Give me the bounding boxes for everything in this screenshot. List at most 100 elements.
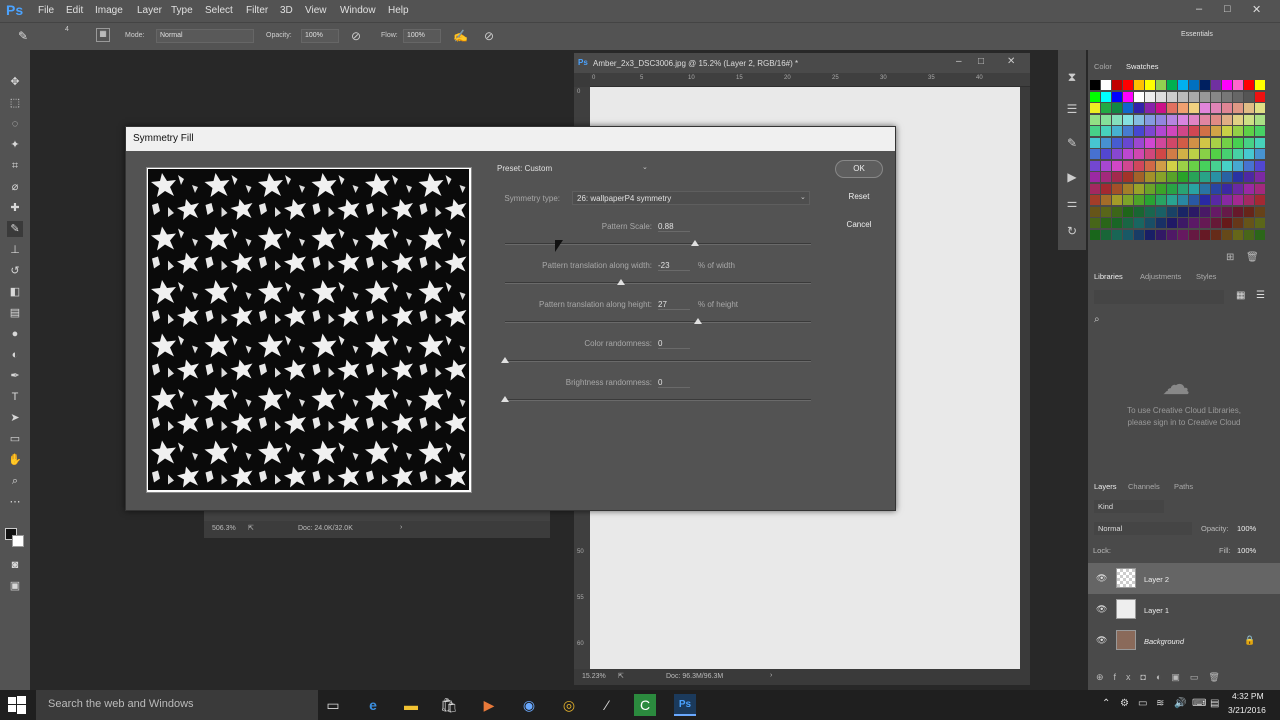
swatch[interactable] <box>1211 80 1221 90</box>
layer-opacity-field[interactable]: 100% <box>1237 524 1256 533</box>
swatch[interactable] <box>1134 91 1144 102</box>
swatch[interactable] <box>1090 149 1100 159</box>
layer-name[interactable]: Layer 2 <box>1144 575 1169 584</box>
swatch[interactable] <box>1156 229 1166 240</box>
symmetry-type-select[interactable]: 26: wallpaperP4 symmetry <box>572 191 810 205</box>
swatch[interactable] <box>1101 218 1111 228</box>
swatch[interactable] <box>1112 229 1122 240</box>
swatch[interactable] <box>1167 149 1177 159</box>
swatch[interactable] <box>1134 229 1144 240</box>
layer-name[interactable]: Layer 1 <box>1144 606 1169 615</box>
file-explorer-icon[interactable]: ▬ <box>400 694 422 716</box>
camtasia-icon[interactable]: C <box>634 694 656 716</box>
swatch[interactable] <box>1255 114 1265 125</box>
swatch[interactable] <box>1200 218 1210 228</box>
swatch[interactable] <box>1123 137 1133 148</box>
hand-tool-icon[interactable]: ✋ <box>7 452 23 468</box>
path-select-tool-icon[interactable]: ➤ <box>7 410 23 426</box>
swatch[interactable] <box>1200 137 1210 148</box>
swatch[interactable] <box>1189 206 1199 217</box>
swatch[interactable] <box>1090 114 1100 125</box>
swatch[interactable] <box>1178 195 1188 205</box>
swatch[interactable] <box>1112 183 1122 194</box>
swatch[interactable] <box>1189 80 1199 90</box>
swatch[interactable] <box>1189 137 1199 148</box>
swatch[interactable] <box>1167 91 1177 102</box>
keyboard-icon[interactable]: ⌨ <box>1192 698 1206 709</box>
swatch[interactable] <box>1222 103 1232 113</box>
swatch[interactable] <box>1189 160 1199 171</box>
param-slider-thumb[interactable] <box>693 318 702 324</box>
tab-channels[interactable]: Channels <box>1128 482 1160 491</box>
swatch[interactable] <box>1112 218 1122 228</box>
fill-field[interactable]: 100% <box>1237 546 1256 555</box>
layer-row[interactable]: 👁 Layer 2 <box>1088 563 1280 594</box>
swatch[interactable] <box>1211 114 1221 125</box>
menu-view[interactable]: View <box>305 5 327 16</box>
swatch[interactable] <box>1112 103 1122 113</box>
list-view-icon[interactable]: ☰ <box>1256 290 1265 301</box>
swatch[interactable] <box>1123 206 1133 217</box>
swatch[interactable] <box>1101 206 1111 217</box>
pressure-opacity-icon[interactable]: ⊘ <box>351 29 361 43</box>
eyedropper-tool-icon[interactable]: ⌀ <box>7 179 23 195</box>
swatch[interactable] <box>1178 183 1188 194</box>
swatch[interactable] <box>1233 114 1243 125</box>
layer-row[interactable]: 👁 Background 🔒 <box>1088 625 1280 656</box>
swatch[interactable] <box>1156 80 1166 90</box>
doc-close-icon[interactable]: ✕ <box>1007 56 1015 67</box>
minimize-icon[interactable]: – <box>1196 3 1202 15</box>
swatch[interactable] <box>1244 195 1254 205</box>
menu-filter[interactable]: Filter <box>246 5 268 16</box>
swatch[interactable] <box>1178 149 1188 159</box>
swatch[interactable] <box>1112 149 1122 159</box>
blend-mode-select[interactable]: Normal <box>1094 522 1192 535</box>
swatch[interactable] <box>1123 160 1133 171</box>
swatch[interactable] <box>1156 137 1166 148</box>
swatch[interactable] <box>1134 206 1144 217</box>
gradient-tool-icon[interactable]: ▤ <box>7 305 23 321</box>
marquee-tool-icon[interactable]: ⬚ <box>7 95 23 111</box>
pen-tool-icon[interactable]: ✒ <box>7 368 23 384</box>
swatch[interactable] <box>1233 183 1243 194</box>
menu-file[interactable]: File <box>38 5 54 16</box>
swatch[interactable] <box>1211 195 1221 205</box>
swatch[interactable] <box>1123 103 1133 113</box>
zoom-level[interactable]: 506.3% <box>212 525 236 532</box>
swatch[interactable] <box>1134 183 1144 194</box>
swatch[interactable] <box>1233 91 1243 102</box>
swatch[interactable] <box>1255 195 1265 205</box>
brush-panel-icon[interactable]: ✎ <box>1064 136 1080 152</box>
swatch[interactable] <box>1101 114 1111 125</box>
swatch[interactable] <box>1211 126 1221 136</box>
swatch[interactable] <box>1167 195 1177 205</box>
swatch[interactable] <box>1200 91 1210 102</box>
swatch[interactable] <box>1255 206 1265 217</box>
swatch[interactable] <box>1101 80 1111 90</box>
swatch[interactable] <box>1178 206 1188 217</box>
swatch[interactable] <box>1222 195 1232 205</box>
swatch[interactable] <box>1189 183 1199 194</box>
swatch[interactable] <box>1101 195 1111 205</box>
tab-swatches[interactable]: Swatches <box>1126 62 1159 71</box>
share-icon[interactable]: ⇱ <box>618 672 624 680</box>
swatch[interactable] <box>1101 126 1111 136</box>
swatch[interactable] <box>1101 229 1111 240</box>
taskbar-search[interactable]: Search the web and Windows <box>36 690 318 720</box>
swatch[interactable] <box>1112 160 1122 171</box>
close-icon[interactable]: ✕ <box>1252 3 1261 16</box>
swatch[interactable] <box>1101 103 1111 113</box>
visibility-eye-icon[interactable]: 👁 <box>1096 573 1107 584</box>
swatch[interactable] <box>1145 218 1155 228</box>
swatch[interactable] <box>1145 91 1155 102</box>
tab-layers[interactable]: Layers <box>1094 482 1117 491</box>
swatch[interactable] <box>1156 195 1166 205</box>
swatch[interactable] <box>1134 172 1144 182</box>
type-tool-icon[interactable]: T <box>7 389 23 405</box>
param-slider-thumb[interactable] <box>617 279 626 285</box>
swatch[interactable] <box>1222 80 1232 90</box>
visibility-eye-icon[interactable]: 👁 <box>1096 604 1107 615</box>
swatch[interactable] <box>1233 149 1243 159</box>
param-value-field[interactable]: 0 <box>658 339 690 349</box>
swatch[interactable] <box>1255 183 1265 194</box>
